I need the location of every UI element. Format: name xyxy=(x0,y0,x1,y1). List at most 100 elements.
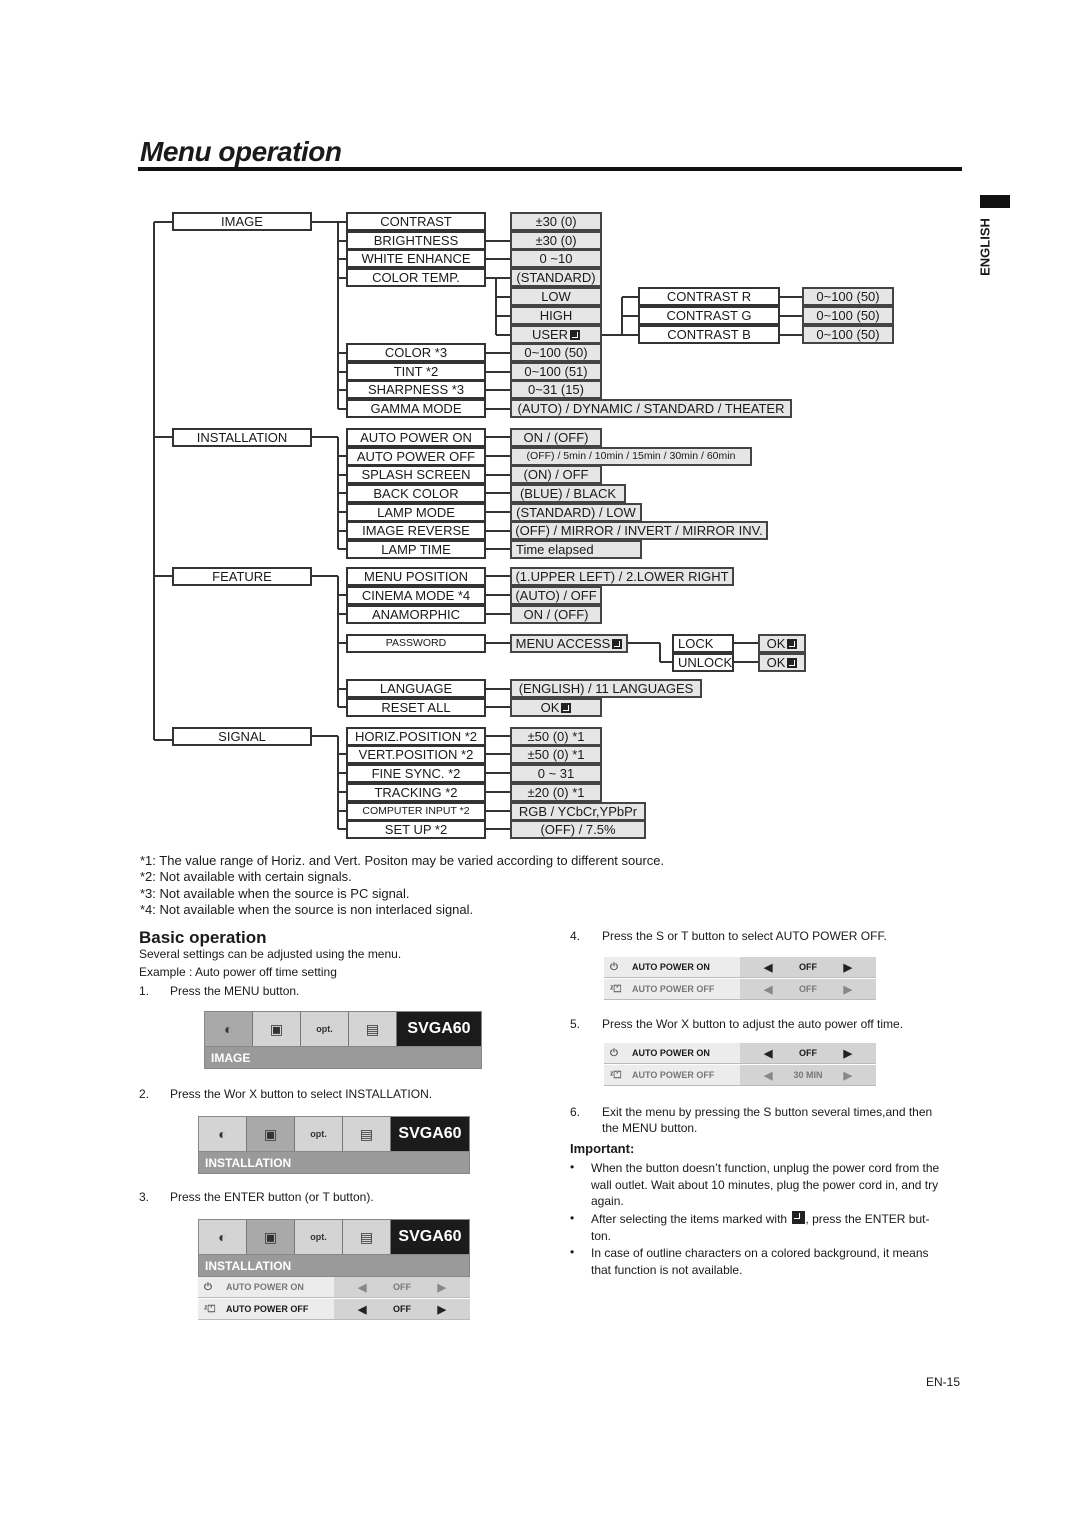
enter-icon xyxy=(570,330,581,340)
category-image: IMAGE xyxy=(172,212,312,231)
osd-row-auto-power-off[interactable]: ᶻ⏍ AUTO POWER OFF ◀ OFF ▶ xyxy=(198,1299,470,1320)
left-arrow-icon[interactable]: ◀ xyxy=(764,983,772,996)
osd-subtitle: INSTALLATION xyxy=(198,1255,470,1277)
item-splash-screen: SPLASH SCREEN xyxy=(346,465,486,484)
signal-icon[interactable]: ▤ xyxy=(343,1117,391,1151)
item-lock: LOCK xyxy=(672,634,734,653)
left-arrow-icon[interactable]: ◀ xyxy=(358,1303,366,1316)
signal-icon[interactable]: ▤ xyxy=(349,1012,397,1046)
item-lamp-mode: LAMP MODE xyxy=(346,503,486,522)
bullet-line: When the button doesn’t function, unplug… xyxy=(591,1161,940,1175)
row-value: 30 MIN xyxy=(793,1070,823,1080)
step-number: 5. xyxy=(570,1017,581,1031)
value-menu-position: (1.UPPER LEFT) / 2.LOWER RIGHT xyxy=(510,567,734,586)
right-arrow-icon[interactable]: ▶ xyxy=(844,1047,852,1060)
auto-power-off-icon: ᶻ⏍ xyxy=(610,1069,622,1081)
opt-label: opt. xyxy=(316,1024,333,1034)
bullet-icon: • xyxy=(570,1160,575,1174)
left-arrow-icon[interactable]: ◀ xyxy=(764,1047,772,1060)
bullet-line: again. xyxy=(591,1194,624,1208)
osd-row-auto-power-on[interactable]: ⏻ AUTO POWER ON ◀ OFF ▶ xyxy=(604,957,876,978)
category-feature: FEATURE xyxy=(172,567,312,586)
left-arrow-icon[interactable]: ◀ xyxy=(764,961,772,974)
value-language: (ENGLISH) / 11 LANGUAGES xyxy=(510,679,702,698)
lock-ok-label: OK xyxy=(766,636,786,651)
important-title: Important: xyxy=(570,1141,635,1156)
osd-screen-installation-expanded: ◐ ▣ opt. ▤ SVGA60 INSTALLATION xyxy=(198,1219,470,1277)
item-unlock: UNLOCK xyxy=(672,653,734,672)
item-color-temp: COLOR TEMP. xyxy=(346,268,486,287)
enter-icon xyxy=(787,639,798,649)
item-contrast: CONTRAST xyxy=(346,212,486,231)
right-arrow-icon[interactable]: ▶ xyxy=(438,1303,446,1316)
value-lamp-mode: (STANDARD) / LOW xyxy=(510,503,642,522)
left-arrow-icon[interactable]: ◀ xyxy=(764,1069,772,1082)
installation-icon[interactable]: ▣ xyxy=(247,1220,295,1254)
left-arrow-icon[interactable]: ◀ xyxy=(358,1281,366,1294)
item-tint: TINT *2 xyxy=(346,362,486,381)
auto-power-off-icon: ᶻ⏍ xyxy=(204,1303,216,1315)
auto-power-on-icon: ⏻ xyxy=(610,961,618,973)
item-vert-position: VERT.POSITION *2 xyxy=(346,745,486,764)
signal-icon[interactable]: ▤ xyxy=(343,1220,391,1254)
value-auto-power-off: (OFF) / 5min / 10min / 15min / 30min / 6… xyxy=(510,447,752,466)
category-signal: SIGNAL xyxy=(172,727,312,746)
right-arrow-icon[interactable]: ▶ xyxy=(844,961,852,974)
item-image-reverse: IMAGE REVERSE xyxy=(346,521,486,540)
step-4: 4. Press the S or T button to select AUTO… xyxy=(570,929,887,943)
value-tracking: ±20 (0) *1 xyxy=(510,783,602,802)
section-title: Basic operation xyxy=(139,928,267,947)
step-5: 5. Press the Wor X button to adjust the a… xyxy=(570,1017,903,1031)
item-contrast-b: CONTRAST B xyxy=(638,325,780,344)
value-contrast-b: 0~100 (50) xyxy=(802,325,894,344)
menu-access-label: MENU ACCESS xyxy=(515,636,611,651)
tree-connectors xyxy=(153,221,802,830)
row-value: OFF xyxy=(799,984,817,994)
row-value: OFF xyxy=(393,1282,411,1292)
picture-icon[interactable]: ◐ xyxy=(199,1117,247,1151)
osd-row-auto-power-on[interactable]: ⏻ AUTO POWER ON ◀ OFF ▶ xyxy=(198,1277,470,1298)
picture-icon[interactable]: ◐ xyxy=(199,1220,247,1254)
value-set-up: (OFF) / 7.5% xyxy=(510,820,646,839)
bullet-line: wall outlet. Wait about 10 minutes, plug… xyxy=(591,1177,939,1192)
value-white-enhance: 0 ~10 xyxy=(510,249,602,268)
osd-tab-bar: ◐ ▣ opt. ▤ SVGA60 xyxy=(204,1011,482,1047)
item-fine-sync: FINE SYNC. *2 xyxy=(346,764,486,783)
menu-tree: IMAGE INSTALLATION FEATURE SIGNAL CONTRA… xyxy=(0,0,1080,850)
osd-subtitle: IMAGE xyxy=(204,1047,482,1069)
osd-subtitle: INSTALLATION xyxy=(198,1152,470,1174)
item-password: PASSWORD xyxy=(346,634,486,653)
step-6: 6. Exit the menu by pressing the S button… xyxy=(570,1105,932,1119)
value-color-temp-user: USER xyxy=(510,325,602,344)
value-gamma-mode: (AUTO) / DYNAMIC / STANDARD / THEATER xyxy=(510,399,792,418)
option-icon[interactable]: opt. xyxy=(295,1220,343,1254)
installation-icon[interactable]: ▣ xyxy=(247,1117,295,1151)
installation-icon[interactable]: ▣ xyxy=(253,1012,301,1046)
osd-row-auto-power-off[interactable]: ᶻ⏍ AUTO POWER OFF ◀ 30 MIN ▶ xyxy=(604,1065,876,1086)
option-icon[interactable]: opt. xyxy=(295,1117,343,1151)
item-gamma-mode: GAMMA MODE xyxy=(346,399,486,418)
step-3: 3. Press the ENTER button (or T button). xyxy=(139,1190,374,1204)
osd-row-auto-power-off[interactable]: ᶻ⏍ AUTO POWER OFF ◀ OFF ▶ xyxy=(604,979,876,1000)
osd-row-auto-power-on[interactable]: ⏻ AUTO POWER ON ◀ OFF ▶ xyxy=(604,1043,876,1064)
enter-icon xyxy=(561,703,572,713)
bullet-line: ton. xyxy=(591,1228,612,1243)
value-anamorphic: ON / (OFF) xyxy=(510,605,602,624)
value-auto-power-on: ON / (OFF) xyxy=(510,428,602,447)
unlock-ok-label: OK xyxy=(766,655,786,670)
step-text: Press the S or T button to select AUTO P… xyxy=(602,929,887,943)
right-arrow-icon[interactable]: ▶ xyxy=(438,1281,446,1294)
value-brightness: ±30 (0) xyxy=(510,231,602,250)
option-icon[interactable]: opt. xyxy=(301,1012,349,1046)
footnote-2: *2: Not available with certain signals. xyxy=(140,869,352,884)
picture-icon[interactable]: ◐ xyxy=(205,1012,253,1046)
osd-model: SVGA60 xyxy=(407,1020,471,1037)
step-text: Press the Wor X button to select INSTALL… xyxy=(170,1087,433,1101)
auto-power-on-icon: ⏻ xyxy=(204,1281,212,1293)
value-color-temp-low: LOW xyxy=(510,287,602,306)
osd-model: SVGA60 xyxy=(398,1228,462,1245)
bullet-icon: • xyxy=(570,1245,575,1259)
footnote-4: *4: Not available when the source is non… xyxy=(140,902,474,917)
right-arrow-icon[interactable]: ▶ xyxy=(844,983,852,996)
right-arrow-icon[interactable]: ▶ xyxy=(844,1069,852,1082)
